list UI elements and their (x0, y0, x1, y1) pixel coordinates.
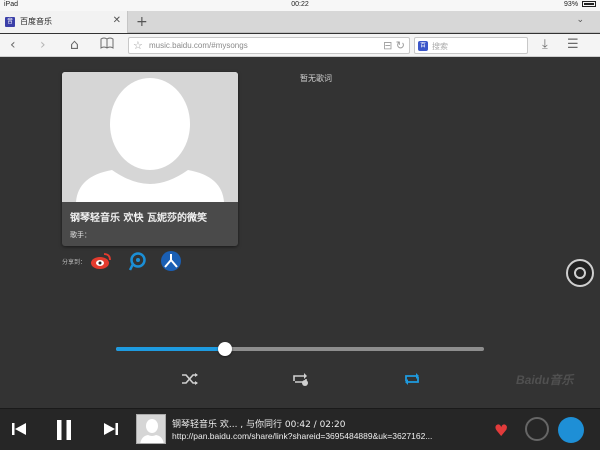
tencent-weibo-share-icon[interactable] (126, 250, 148, 272)
pause-icon[interactable] (54, 418, 74, 446)
repeat-all-svg (405, 373, 419, 385)
url-actions: ⊟ ↻ (383, 39, 405, 52)
now-playing-link[interactable]: http://pan.baidu.com/share/link?shareid=… (172, 431, 472, 441)
repeat-one-svg (293, 373, 308, 386)
forward-arrow-icon[interactable]: › (40, 37, 46, 53)
home-icon[interactable]: ⌂ (70, 37, 79, 53)
now-playing-thumbnail (136, 414, 166, 444)
reload-icon[interactable]: ↻ (396, 39, 405, 52)
baidu-watermark: Baidu音乐 (516, 373, 574, 387)
share-label: 分享到： (62, 259, 87, 266)
shuffle-svg (182, 373, 198, 385)
bookmarks-book-icon[interactable] (100, 37, 114, 53)
tab-title: 百度音乐 (20, 17, 52, 26)
close-tab-icon[interactable]: ✕ (113, 15, 121, 26)
search-field[interactable]: 百 搜索 (414, 37, 528, 54)
now-playing-title: 钢琴轻音乐 欢... , 与你同行 00:42 / 02:20 (172, 420, 346, 430)
thumbnail-avatar-icon (137, 415, 165, 443)
baidu-music-favicon-icon: 音 (5, 17, 15, 27)
url-field[interactable]: ☆ music.baidu.com/#mysongs ⊟ ↻ (128, 37, 410, 54)
battery-percent: 93% (564, 1, 579, 8)
avatar-silhouette-icon (62, 72, 238, 202)
url-text: music.baidu.com/#mysongs (149, 41, 248, 50)
search-engine-icon[interactable]: 百 (418, 41, 428, 51)
tab-baidu-music[interactable]: 音 百度音乐 ✕ (0, 11, 128, 33)
weibo-svg (91, 253, 111, 269)
previous-track-icon[interactable] (10, 419, 28, 443)
tencent-weibo-svg (128, 252, 146, 271)
progress-fill (116, 347, 225, 351)
bottom-player-bar: 钢琴轻音乐 欢... , 与你同行 00:42 / 02:20 http://p… (0, 408, 600, 450)
download-icon[interactable]: ⤓ (542, 37, 548, 52)
singer-label: 歌手： (70, 231, 91, 239)
progress-handle[interactable] (217, 342, 232, 356)
new-tab-plus-icon[interactable]: + (136, 14, 148, 30)
previous-svg (12, 423, 26, 435)
next-track-icon[interactable] (102, 419, 120, 443)
playback-progress-bar[interactable] (116, 342, 484, 356)
back-arrow-icon[interactable]: ‹ (10, 37, 16, 53)
next-svg (104, 423, 118, 435)
search-placeholder: 搜索 (432, 42, 448, 51)
bookmarks-book-svg (100, 37, 114, 49)
bookmark-star-icon[interactable]: ☆ (133, 39, 143, 52)
battery-indicator: 93% (564, 1, 596, 8)
player-blue-button[interactable] (558, 417, 584, 443)
floating-assistive-button[interactable] (566, 259, 594, 287)
lyrics-empty-text: 暂无歌词 (300, 74, 332, 83)
repeat-all-icon[interactable] (402, 371, 422, 387)
pause-svg (57, 420, 71, 440)
shuffle-icon[interactable] (180, 371, 200, 387)
repeat-one-icon[interactable] (290, 371, 310, 387)
renren-svg (161, 251, 181, 271)
player-ring-button[interactable] (525, 417, 549, 441)
status-bar: iPad 00:22 93% (0, 0, 600, 11)
tab-bar: 音 百度音乐 ✕ + ⌄ (0, 11, 600, 33)
menu-list-icon[interactable]: ☰ (567, 37, 579, 52)
song-title: 钢琴轻音乐 欢快 瓦妮莎的微笑 (70, 213, 207, 224)
song-cover-card: 钢琴轻音乐 欢快 瓦妮莎的微笑 歌手： (62, 72, 238, 246)
default-avatar-image (62, 72, 238, 202)
address-bar: ‹ › ⌂ ☆ music.baidu.com/#mysongs ⊟ ↻ 百 搜… (0, 34, 600, 57)
clock: 00:22 (291, 1, 309, 8)
favorite-heart-icon[interactable]: ♥ (494, 421, 508, 440)
renren-share-icon[interactable] (160, 250, 182, 272)
battery-icon (582, 1, 596, 7)
reader-mode-icon[interactable]: ⊟ (383, 39, 392, 52)
weibo-share-icon[interactable] (90, 250, 112, 272)
tab-dropdown-chevron-icon[interactable]: ⌄ (576, 15, 584, 25)
